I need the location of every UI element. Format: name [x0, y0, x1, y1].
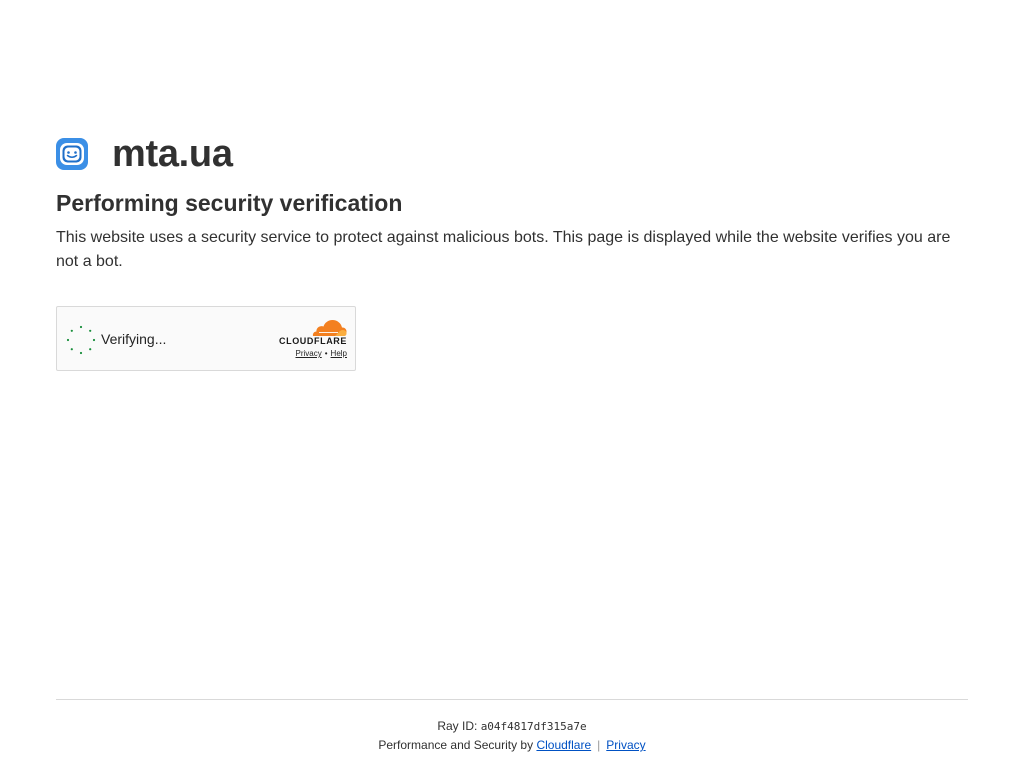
performance-text: Performance and Security by — [378, 738, 534, 752]
smiley-face-icon — [56, 138, 88, 170]
verifying-status: Verifying... — [101, 331, 167, 347]
widget-link-separator: • — [324, 349, 328, 358]
cloudflare-link[interactable]: Cloudflare — [536, 738, 591, 752]
footer: Ray ID: a04f4817df315a7e Performance and… — [56, 699, 968, 753]
performance-line: Performance and Security by Cloudflare | P… — [56, 737, 968, 753]
challenge-page: mta.ua Performing security verification … — [0, 0, 1024, 768]
verification-widget[interactable]: Verifying... CLOUDFLARE Privacy • Help — [56, 306, 356, 371]
site-name: mta.ua — [112, 133, 233, 175]
site-header: mta.ua — [56, 133, 968, 175]
footer-separator: | — [597, 738, 601, 752]
page-description: This website uses a security service to … — [56, 229, 951, 270]
widget-links: Privacy • Help — [296, 349, 348, 359]
ray-id-label: Ray ID: — [437, 719, 478, 733]
spinner-icon — [66, 325, 96, 355]
cloudflare-wordmark: CLOUDFLARE — [279, 336, 347, 346]
main-content: mta.ua Performing security verification … — [56, 133, 968, 371]
page-title: Performing security verification — [56, 190, 403, 216]
ray-id-line: Ray ID: a04f4817df315a7e — [56, 718, 968, 735]
cloudflare-cloud-icon — [312, 320, 347, 336]
footer-privacy-link[interactable]: Privacy — [606, 738, 645, 752]
ray-id-value: a04f4817df315a7e — [480, 720, 587, 733]
cloudflare-brand: CLOUDFLARE Privacy • Help — [271, 319, 347, 359]
widget-help-link[interactable]: Help — [331, 349, 347, 358]
widget-privacy-link[interactable]: Privacy — [296, 349, 322, 358]
